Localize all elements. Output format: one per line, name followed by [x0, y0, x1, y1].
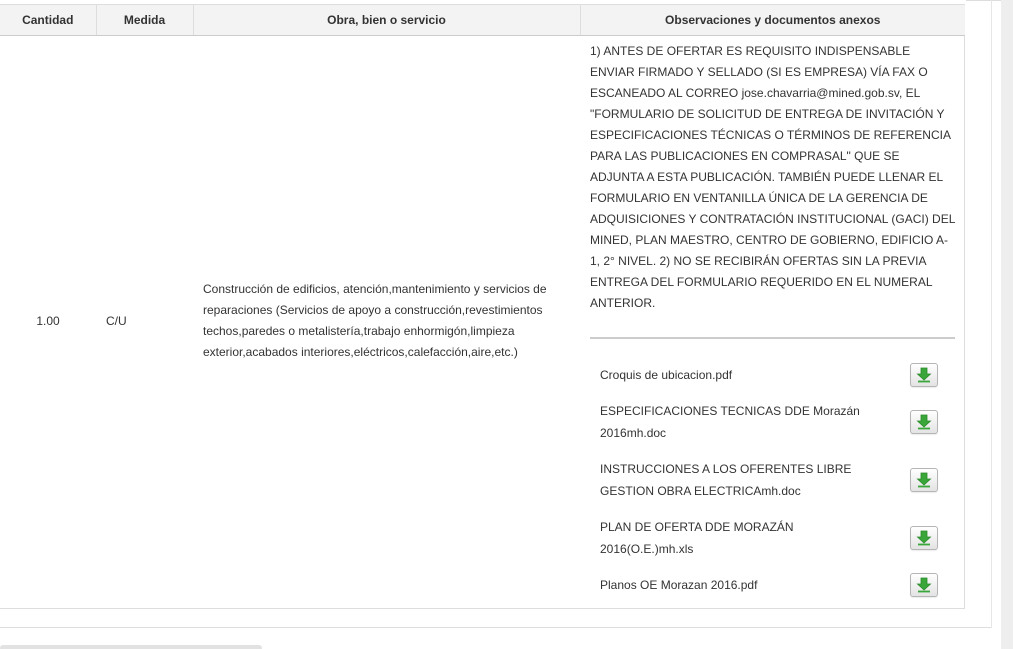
horizontal-scrollbar[interactable] [0, 645, 262, 649]
cell-observations: 1) ANTES DE OFERTAR ES REQUISITO INDISPE… [580, 35, 965, 607]
cell-unit: C/U [106, 314, 127, 329]
column-header-quantity: Cantidad [0, 5, 97, 36]
download-button[interactable] [910, 572, 938, 597]
observations-text: 1) ANTES DE OFERTAR ES REQUISITO INDISPE… [590, 43, 955, 310]
items-table-container: Cantidad Medida Obra, bien o servicio Ob… [0, 4, 965, 609]
footer-divider [0, 627, 991, 628]
column-header-observations: Observaciones y documentos anexos [580, 5, 965, 36]
download-button[interactable] [910, 467, 938, 492]
page: Cantidad Medida Obra, bien o servicio Ob… [0, 0, 1035, 649]
list-item: ESPECIFICACIONES TECNICAS DDE Morazán 20… [580, 393, 965, 451]
download-icon [916, 367, 932, 382]
column-header-unit: Medida [96, 5, 194, 36]
download-button[interactable] [910, 525, 938, 550]
download-icon [916, 577, 932, 592]
download-icon [916, 414, 932, 429]
download-button[interactable] [910, 362, 938, 387]
table-header-row: Cantidad Medida Obra, bien o servicio Ob… [0, 5, 965, 36]
column-header-item: Obra, bien o servicio [193, 5, 581, 36]
list-item: INSTRUCCIONES A LOS OFERENTES LIBRE GEST… [580, 451, 965, 509]
download-icon [916, 530, 932, 545]
attachments-list: Croquis de ubicacion.pdf ESPECIFICACIONE [580, 357, 965, 603]
list-item: PLAN DE OFERTA DDE MORAZÁN 2016(O.E.)mh.… [580, 509, 965, 567]
description-text: Construcción de edificios, atención,mant… [203, 282, 547, 360]
list-item: Planos OE Morazan 2016.pdf [580, 567, 965, 603]
attachment-name: Planos OE Morazan 2016.pdf [600, 577, 758, 592]
top-divider [966, 0, 1001, 1]
cell-description: Construcción de edificios, atención,mant… [193, 35, 580, 607]
window-edge [1013, 0, 1035, 649]
attachment-name: Croquis de ubicacion.pdf [600, 367, 733, 382]
observations-divider [590, 336, 955, 339]
cell-quantity: 1.00 [36, 314, 60, 329]
download-icon [916, 472, 932, 487]
attachment-name: INSTRUCCIONES A LOS OFERENTES LIBRE GEST… [600, 461, 852, 498]
download-button[interactable] [910, 409, 938, 434]
vertical-scrollbar-track[interactable] [1001, 0, 1013, 649]
items-table: Cantidad Medida Obra, bien o servicio Ob… [0, 5, 965, 607]
attachment-name: ESPECIFICACIONES TECNICAS DDE Morazán 20… [600, 403, 860, 440]
attachment-name: PLAN DE OFERTA DDE MORAZÁN 2016(O.E.)mh.… [600, 519, 794, 556]
table-row: 1.00 C/U Construcción de edificios, aten… [0, 35, 965, 607]
side-divider [991, 0, 992, 628]
list-item: Croquis de ubicacion.pdf [580, 357, 965, 393]
